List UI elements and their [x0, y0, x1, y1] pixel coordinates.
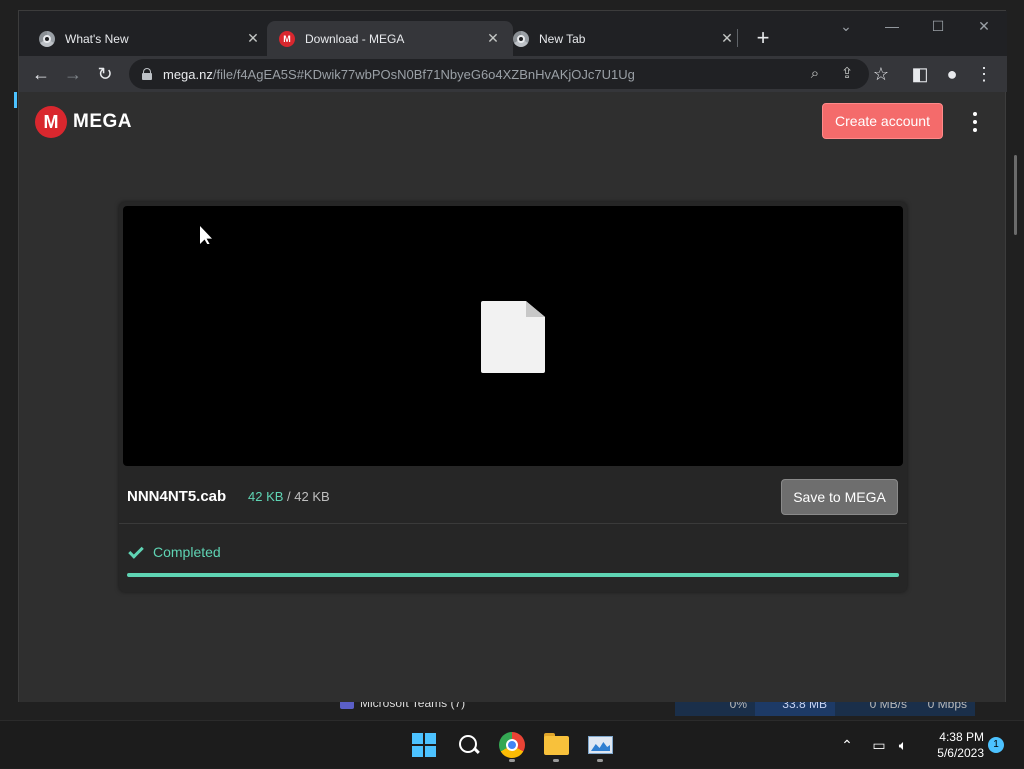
share-icon[interactable]: ⇪ — [833, 60, 861, 88]
clock-time: 4:38 PM — [939, 730, 984, 744]
chrome-icon[interactable] — [496, 729, 528, 761]
progress-bar-fill — [127, 573, 899, 577]
tab-divider — [737, 29, 738, 47]
running-indicator — [597, 759, 603, 762]
reload-icon[interactable]: ↻ — [91, 60, 119, 88]
tab-title: Download - MEGA — [305, 31, 405, 46]
new-tab-button[interactable]: + — [749, 25, 777, 53]
address-bar[interactable]: mega.nz /file/f4AgEA5S#KDwik77wbPOsN0Bf7… — [129, 59, 869, 89]
tab-strip: What's New ✕ M Download - MEGA ✕ New Tab… — [19, 11, 1007, 56]
mega-header: M MEGA Create account — [19, 92, 1005, 156]
task-manager-icon[interactable] — [584, 729, 616, 761]
browser-toolbar: ← → ↻ mega.nz /file/f4AgEA5S#KDwik77wbPO… — [19, 56, 1007, 92]
size-total: 42 KB — [294, 489, 330, 504]
back-icon[interactable]: ← — [27, 60, 55, 88]
tab-whats-new[interactable]: What's New ✕ — [27, 21, 273, 56]
close-icon[interactable]: ✕ — [485, 30, 501, 47]
url-path: /file/f4AgEA5S#KDwik77wbPOsN0Bf71NbyeG6o… — [212, 66, 635, 82]
side-panel-icon[interactable]: ◧ — [906, 60, 934, 88]
tab-download-mega[interactable]: M Download - MEGA ✕ — [267, 21, 513, 56]
close-icon[interactable]: ✕ — [719, 30, 735, 47]
download-status-row: Completed — [119, 525, 907, 592]
running-indicator — [509, 759, 515, 762]
browser-window: What's New ✕ M Download - MEGA ✕ New Tab… — [18, 10, 1007, 702]
volume-icon[interactable]: 🔈︎ — [894, 736, 912, 754]
running-indicator — [553, 759, 559, 762]
create-account-button[interactable]: Create account — [822, 103, 943, 139]
save-to-mega-button[interactable]: Save to MEGA — [781, 479, 898, 515]
file-explorer-icon[interactable] — [540, 729, 572, 761]
maximize-button[interactable]: ☐ — [915, 11, 961, 41]
clock[interactable]: 4:38 PM 5/6/2023 — [924, 729, 984, 761]
file-size: 42 KB / 42 KB — [248, 489, 330, 504]
file-info-row: NNN4NT5.cab 42 KB / 42 KB Save to MEGA — [119, 470, 907, 524]
checkmark-icon — [128, 543, 144, 559]
minimize-button[interactable]: — — [869, 11, 915, 41]
chrome-icon — [39, 30, 55, 47]
network-icon[interactable]: ▭ — [870, 736, 888, 754]
download-card: NNN4NT5.cab 42 KB / 42 KB Save to MEGA C… — [119, 202, 907, 592]
mega-logo-text[interactable]: MEGA — [73, 111, 132, 133]
size-downloaded: 42 KB — [248, 489, 284, 504]
mega-page: M MEGA Create account NNN4NT5.cab 42 KB … — [19, 92, 1005, 702]
notification-badge[interactable]: 1 — [988, 737, 1004, 753]
tab-title: What's New — [65, 31, 129, 46]
size-separator: / — [287, 489, 291, 504]
tab-new-tab[interactable]: New Tab ✕ — [501, 21, 747, 56]
url-domain: mega.nz — [163, 66, 213, 82]
taskbar: ⌃ ▭ 🔈︎ 4:38 PM 5/6/2023 1 — [0, 720, 1024, 768]
search-icon[interactable]: ⌕ — [801, 60, 829, 88]
file-name: NNN4NT5.cab — [127, 488, 227, 505]
progress-bar — [127, 573, 899, 577]
background-window-edge — [0, 90, 18, 700]
tab-search-icon[interactable]: ⌄ — [823, 11, 869, 41]
status-text: Completed — [153, 544, 221, 560]
bookmark-star-icon[interactable]: ☆ — [867, 60, 895, 88]
forward-icon[interactable]: → — [59, 60, 87, 88]
mega-icon: M — [279, 30, 295, 47]
chevron-up-icon[interactable]: ⌃ — [838, 736, 856, 754]
file-preview — [123, 206, 903, 466]
close-window-button[interactable]: ✕ — [961, 11, 1007, 41]
tab-title: New Tab — [539, 31, 586, 46]
background-scrollbar[interactable] — [1014, 155, 1017, 235]
menu-icon[interactable]: ⋮ — [970, 60, 998, 88]
search-icon[interactable] — [452, 729, 484, 761]
lock-icon[interactable] — [141, 68, 153, 80]
mouse-cursor-icon — [200, 226, 212, 244]
windows-start-icon[interactable] — [408, 729, 440, 761]
window-controls: ⌄ — ☐ ✕ — [823, 11, 1007, 43]
clock-date: 5/6/2023 — [937, 746, 984, 760]
profile-icon[interactable]: ● — [938, 60, 966, 88]
chrome-icon — [513, 30, 529, 47]
more-options-icon[interactable] — [967, 110, 983, 134]
close-icon[interactable]: ✕ — [245, 30, 261, 47]
mega-logo-icon[interactable]: M — [35, 106, 67, 138]
